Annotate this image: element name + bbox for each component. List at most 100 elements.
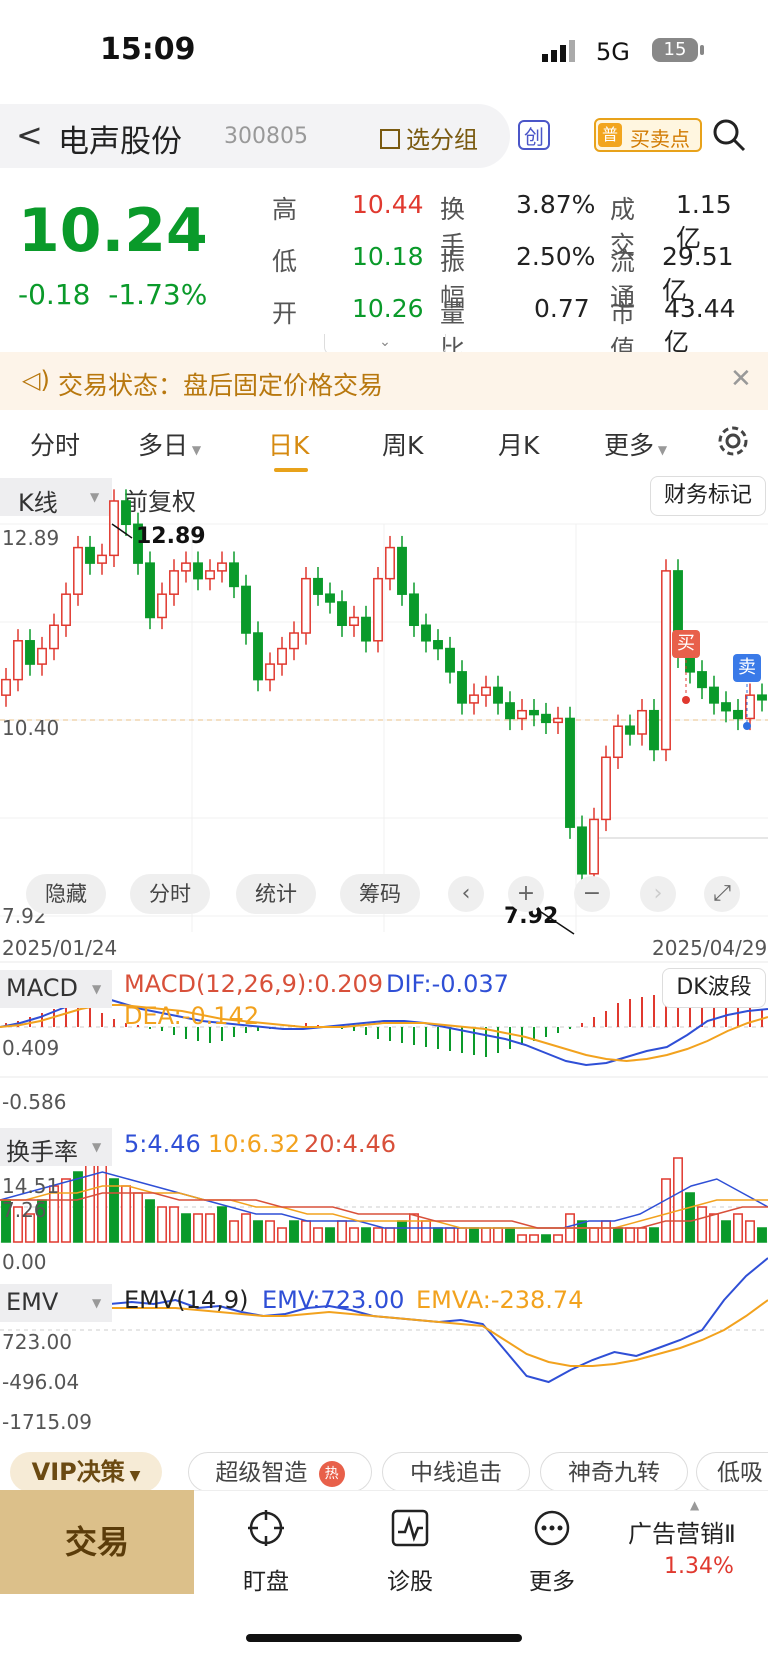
diagnose-chart-icon[interactable] [390,1508,430,1548]
candle-body [217,562,227,572]
more-dots-icon[interactable] [532,1508,572,1548]
candle-body [433,640,443,650]
macd-indicator-select[interactable]: MACD ▼ [0,970,112,1008]
sell-marker[interactable]: 卖 [733,654,761,682]
macd-dif: DIF:-0.037 [386,970,509,998]
turnover-y-top: 14.51 [2,1174,60,1198]
turnover-bar [133,1192,143,1243]
buy-sell-points-label: 买卖点 [630,127,690,151]
candle-body [409,593,419,627]
candle-body [709,686,719,704]
macd-dea: DEA:-0.142 [124,1002,260,1030]
max-price-annotation: 12.89 [136,524,206,549]
candle-body [637,709,647,735]
turnover-bar [421,1220,431,1243]
candle-body [445,647,455,673]
candle-body [373,577,383,642]
turnover-bar [265,1220,275,1243]
chips-button[interactable]: 筹码 [340,874,420,914]
candle-body [661,570,671,751]
turnover-bar [481,1227,491,1243]
turnover-bar [373,1227,383,1243]
zoom-in-icon[interactable]: + [508,876,544,912]
turnover-bar [145,1199,155,1243]
candle-body [313,577,323,595]
nav-diagnose[interactable]: 诊股 [360,1562,460,1596]
buy-marker[interactable]: 买 [672,630,700,658]
candle-body [325,593,335,603]
candle-body [37,647,47,665]
battery-icon: 15 [652,38,698,62]
pu-badge: 普 [598,123,622,147]
chinext-badge[interactable]: 创 [518,120,550,150]
ad-sector-name[interactable]: 广告营销Ⅱ [628,1514,736,1549]
turnover-bar [541,1234,551,1243]
candle-body [757,694,767,701]
candle-body [625,725,635,735]
tab-monthly-k[interactable]: 月K [498,426,539,462]
candle-body [73,546,83,595]
select-group-label: 选分组 [406,126,478,154]
turnover-bar [709,1213,719,1243]
turnover-indicator-select[interactable]: 换手率 ▼ [0,1128,112,1166]
emv-y-top: 723.00 [2,1330,72,1354]
gear-icon[interactable] [716,424,750,458]
dk-band-button[interactable]: DK波段 [662,968,766,1008]
turnover-bar [469,1227,479,1243]
zoom-out-icon[interactable]: − [574,876,610,912]
turnover-bar [289,1220,299,1243]
back-icon[interactable]: < [16,116,43,154]
tab-weekly-k[interactable]: 周K [382,426,423,462]
emv-line [0,1257,768,1384]
tab-multi-day[interactable]: 多日 ▼ [138,426,201,462]
tag-super-manufacturing[interactable]: 超级智造 热 [188,1452,372,1492]
tag-magic-nine[interactable]: 神奇九转 [540,1452,688,1492]
checkbox-icon [380,129,400,149]
candle-body [613,725,623,759]
turnover-bar [493,1227,503,1243]
select-group-button[interactable]: 选分组 [380,120,478,155]
candle-body [337,601,347,627]
tab-intraday[interactable]: 分时 [30,426,80,462]
turnover-y-mid: 7.26 [2,1198,47,1222]
tab-daily-k[interactable]: 日K [268,426,309,462]
scroll-right-icon[interactable]: › [640,876,676,912]
turnover-bar [517,1234,527,1243]
macd-y-bottom: -0.586 [2,1090,67,1114]
search-icon[interactable] [712,118,746,152]
buy-sell-points-button[interactable]: 普 买卖点 [594,118,702,152]
scroll-left-icon[interactable]: ‹ [448,876,484,912]
nav-more[interactable]: 更多 [502,1562,602,1596]
close-icon[interactable]: ✕ [730,364,752,394]
home-indicator [246,1634,522,1642]
candle-body [553,717,563,724]
current-price: 10.24 [18,196,208,266]
candle-body [145,562,155,619]
intraday-button[interactable]: 分时 [130,874,210,914]
candle-body [205,570,215,580]
emv-indicator-select[interactable]: EMV ▼ [0,1284,112,1322]
trade-button[interactable]: 交易 [0,1490,194,1594]
network-type: 5G [596,38,630,66]
candle-body [49,624,59,650]
emv-title: EMV(14,9) [124,1286,249,1314]
candle-body [181,562,191,572]
nav-watch[interactable]: 盯盘 [216,1562,316,1596]
watch-target-icon[interactable] [246,1508,286,1548]
tag-midline-chase[interactable]: 中线追击 [382,1452,530,1492]
k-y-mid: 10.40 [2,716,60,740]
tag-low-buy[interactable]: 低吸 [696,1452,768,1492]
statistics-button[interactable]: 统计 [236,874,316,914]
hide-button[interactable]: 隐藏 [26,874,106,914]
trading-status-banner: ◁) 交易状态：盘后固定价格交易 ✕ [0,352,768,410]
turnover-bar [637,1227,647,1243]
candle-body [277,647,287,665]
turnover-bar [241,1213,251,1243]
candle-body [469,694,479,704]
fullscreen-icon[interactable]: ⤢ [704,876,740,912]
tab-more[interactable]: 更多 ▼ [604,426,667,462]
turnover-bar [553,1234,563,1243]
candle-body [301,577,311,634]
vip-decision-button[interactable]: VIP决策 ▼ [10,1452,162,1492]
turnover-bar [301,1220,311,1243]
